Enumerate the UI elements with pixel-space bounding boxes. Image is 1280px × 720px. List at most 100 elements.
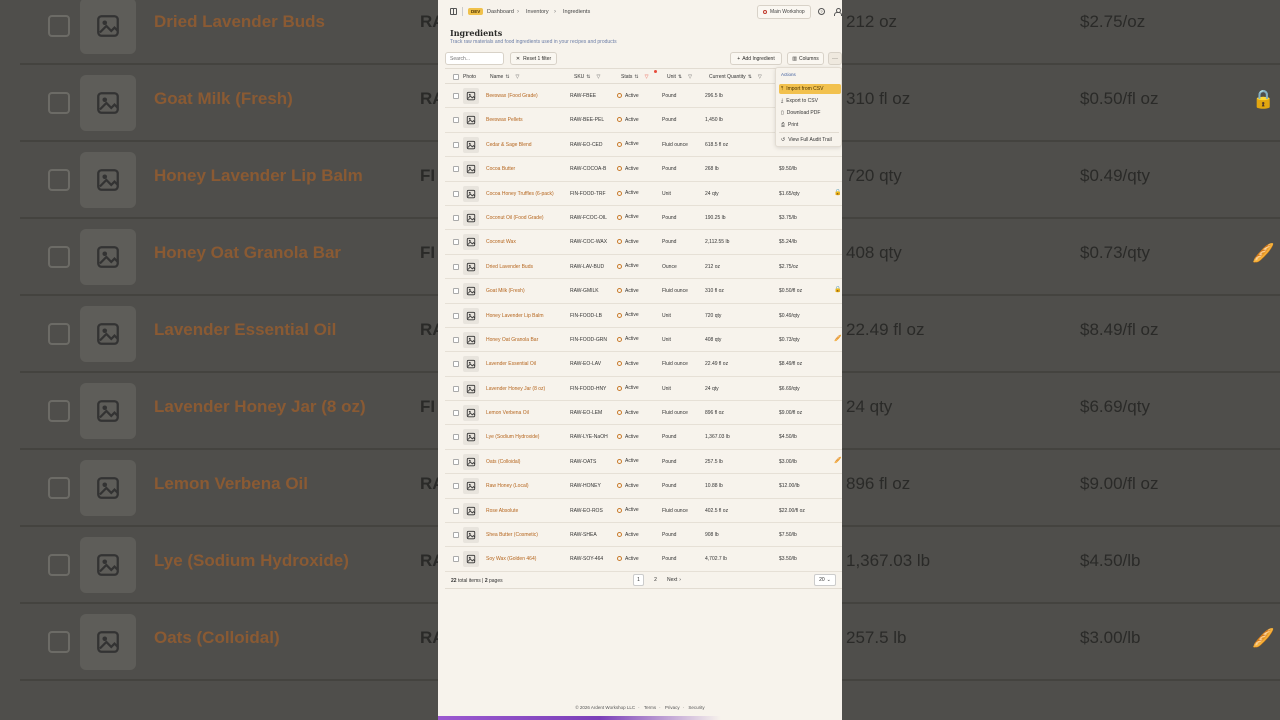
reset-filter-button[interactable]: ✕ Reset 1 filter	[510, 52, 557, 65]
menu-item-print[interactable]: ⎙ Print	[779, 120, 841, 130]
ingredient-name-link[interactable]: Raw Honey (Local)	[486, 483, 529, 489]
row-checkbox[interactable]	[453, 117, 459, 124]
column-header-name[interactable]: Name ⇅ ▽	[490, 74, 519, 80]
row-checkbox[interactable]	[453, 458, 459, 465]
row-checkbox[interactable]	[453, 507, 459, 514]
ingredient-name-link[interactable]: Beeswax Pellets	[486, 117, 523, 123]
table-row[interactable]: Lemon Verbena Oil RAW-EO-LEM Active Flui…	[445, 401, 842, 426]
table-row[interactable]: Shea Butter (Cosmetic) RAW-SHEA Active P…	[445, 523, 842, 548]
column-header-quantity[interactable]: Current Quantity ⇅ ▽	[709, 74, 762, 80]
page-1-button[interactable]: 1	[633, 574, 644, 586]
table-row[interactable]: Goat Milk (Fresh) RAW-GMILK Active Fluid…	[445, 279, 842, 304]
table-row[interactable]: Rose Absolute RAW-EO-ROS Active Fluid ou…	[445, 499, 842, 524]
sort-icon[interactable]: ⇅	[505, 74, 509, 80]
table-row[interactable]: Coconut Oil (Food Grade) RAW-FCOC-OIL Ac…	[445, 206, 842, 231]
check-circle-icon	[617, 239, 622, 245]
row-checkbox[interactable]	[453, 410, 459, 417]
ingredient-name-link[interactable]: Cocoa Butter	[486, 166, 515, 172]
table-row[interactable]: Lye (Sodium Hydroxide) RAW-LYE-NaOH Acti…	[445, 425, 842, 450]
filter-icon[interactable]: ▽	[596, 74, 600, 80]
select-all-checkbox[interactable]	[453, 74, 459, 80]
row-checkbox[interactable]	[453, 361, 459, 368]
row-checkbox[interactable]	[453, 532, 459, 539]
table-row[interactable]: Oats (Colloidal) RAW-OATS Active Pound 2…	[445, 450, 842, 475]
status-badge: Active	[617, 410, 639, 416]
user-icon[interactable]	[834, 8, 842, 16]
row-checkbox[interactable]	[453, 483, 459, 490]
ingredient-name-link[interactable]: Lemon Verbena Oil	[486, 410, 529, 416]
more-actions-button[interactable]: ···	[828, 52, 842, 65]
row-checkbox[interactable]	[453, 214, 459, 221]
filter-icon[interactable]: ▽	[516, 74, 520, 80]
ingredient-unit: Fluid ounce	[662, 361, 688, 368]
ingredient-name-link[interactable]: Lavender Essential Oil	[486, 361, 536, 367]
ingredient-name-link[interactable]: Honey Oat Granola Bar	[486, 337, 538, 343]
table-row[interactable]: Dried Lavender Buds RAW-LAV-BUD Active O…	[445, 255, 842, 280]
table-row[interactable]: Cocoa Butter RAW-COCOA-B Active Pound 26…	[445, 157, 842, 182]
row-checkbox[interactable]	[453, 385, 459, 392]
row-checkbox[interactable]	[453, 141, 459, 148]
table-row[interactable]: Lavender Honey Jar (8 oz) FIN-FOOD-HNY A…	[445, 377, 842, 402]
menu-item-export-csv[interactable]: ⤓ Export to CSV	[779, 96, 841, 106]
per-page-select[interactable]: 20 ⌄	[814, 574, 836, 586]
security-link[interactable]: Security	[688, 705, 704, 710]
ingredient-name-link[interactable]: Goat Milk (Fresh)	[486, 288, 525, 294]
sort-icon[interactable]: ⇅	[678, 74, 682, 80]
row-checkbox[interactable]	[453, 93, 459, 99]
filter-active-icon[interactable]: ▽	[645, 74, 649, 80]
location-selector-button[interactable]: Main Workshop	[757, 5, 811, 19]
breadcrumb-inventory[interactable]: Inventory	[526, 9, 549, 15]
ingredient-name-link[interactable]: Dried Lavender Buds	[486, 264, 533, 270]
table-row[interactable]: Honey Oat Granola Bar FIN-FOOD-GRN Activ…	[445, 328, 842, 353]
ingredient-name-link[interactable]: Coconut Wax	[486, 239, 516, 245]
ingredient-name-link[interactable]: Cedar & Sage Blend	[486, 142, 532, 148]
row-checkbox	[48, 477, 70, 499]
sort-icon[interactable]: ⇅	[748, 74, 752, 80]
ingredient-name-link[interactable]: Cocoa Honey Truffles (6-pack)	[486, 191, 554, 197]
sidebar-toggle-icon[interactable]	[450, 8, 457, 15]
breadcrumb-dashboard[interactable]: Dashboard	[487, 9, 514, 15]
ingredient-name-link[interactable]: Lye (Sodium Hydroxide)	[486, 434, 539, 440]
row-checkbox[interactable]	[453, 190, 459, 197]
filter-icon[interactable]: ▽	[688, 74, 692, 80]
filter-icon[interactable]: ▽	[758, 74, 762, 80]
table-row[interactable]: Raw Honey (Local) RAW-HONEY Active Pound…	[445, 474, 842, 499]
row-checkbox[interactable]	[453, 556, 459, 563]
table-row[interactable]: Honey Lavender Lip Balm FIN-FOOD-LB Acti…	[445, 304, 842, 328]
ingredient-name-link[interactable]: Coconut Oil (Food Grade)	[486, 215, 544, 221]
column-header-unit[interactable]: Unit ⇅ ▽	[667, 74, 692, 80]
privacy-link[interactable]: Privacy	[665, 705, 680, 710]
row-checkbox[interactable]	[453, 239, 459, 246]
menu-item-import-csv[interactable]: ⤒ Import from CSV	[779, 84, 841, 94]
sort-icon[interactable]: ⇅	[634, 74, 638, 80]
row-checkbox[interactable]	[453, 263, 459, 270]
row-checkbox[interactable]	[453, 166, 459, 173]
menu-item-download-pdf[interactable]: ▯ Download PDF	[779, 108, 841, 118]
terms-link[interactable]: Terms	[644, 705, 656, 710]
help-icon[interactable]: ?	[818, 8, 825, 15]
ingredient-name-link[interactable]: Lavender Honey Jar (8 oz)	[486, 386, 545, 392]
sort-icon[interactable]: ⇅	[586, 74, 590, 80]
table-row[interactable]: Lavender Essential Oil RAW-EO-LAV Active…	[445, 352, 842, 377]
next-page-button[interactable]: Next ›	[667, 574, 681, 586]
columns-button[interactable]: ▥ Columns	[787, 52, 824, 65]
row-checkbox[interactable]	[453, 434, 459, 441]
column-header-sku[interactable]: SKU ⇅ ▽	[574, 74, 600, 80]
page-2-button[interactable]: 2	[650, 574, 661, 586]
column-header-status[interactable]: Stats ⇅ ▽	[621, 74, 648, 80]
row-checkbox[interactable]	[453, 312, 459, 319]
ingredient-name-link[interactable]: Rose Absolute	[486, 508, 518, 514]
row-checkbox[interactable]	[453, 336, 459, 343]
ingredient-name-link[interactable]: Honey Lavender Lip Balm	[486, 313, 544, 319]
table-row[interactable]: Coconut Wax RAW-COC-WAX Active Pound 2,1…	[445, 230, 842, 255]
ingredient-name-link[interactable]: Oats (Colloidal)	[486, 459, 520, 465]
ingredient-name-link[interactable]: Soy Wax (Golden 464)	[486, 556, 536, 562]
search-input[interactable]	[445, 52, 504, 65]
add-ingredient-button[interactable]: + Add Ingredient	[730, 52, 782, 65]
table-row[interactable]: Soy Wax (Golden 464) RAW-SOY-464 Active …	[445, 547, 842, 572]
ingredient-name-link[interactable]: Beeswax (Food Grade)	[486, 93, 538, 99]
table-row[interactable]: Cocoa Honey Truffles (6-pack) FIN-FOOD-T…	[445, 182, 842, 206]
ingredient-name-link[interactable]: Shea Butter (Cosmetic)	[486, 532, 538, 538]
row-checkbox[interactable]	[453, 288, 459, 295]
menu-item-audit-trail[interactable]: ↺ View Full Audit Trail	[779, 135, 841, 145]
